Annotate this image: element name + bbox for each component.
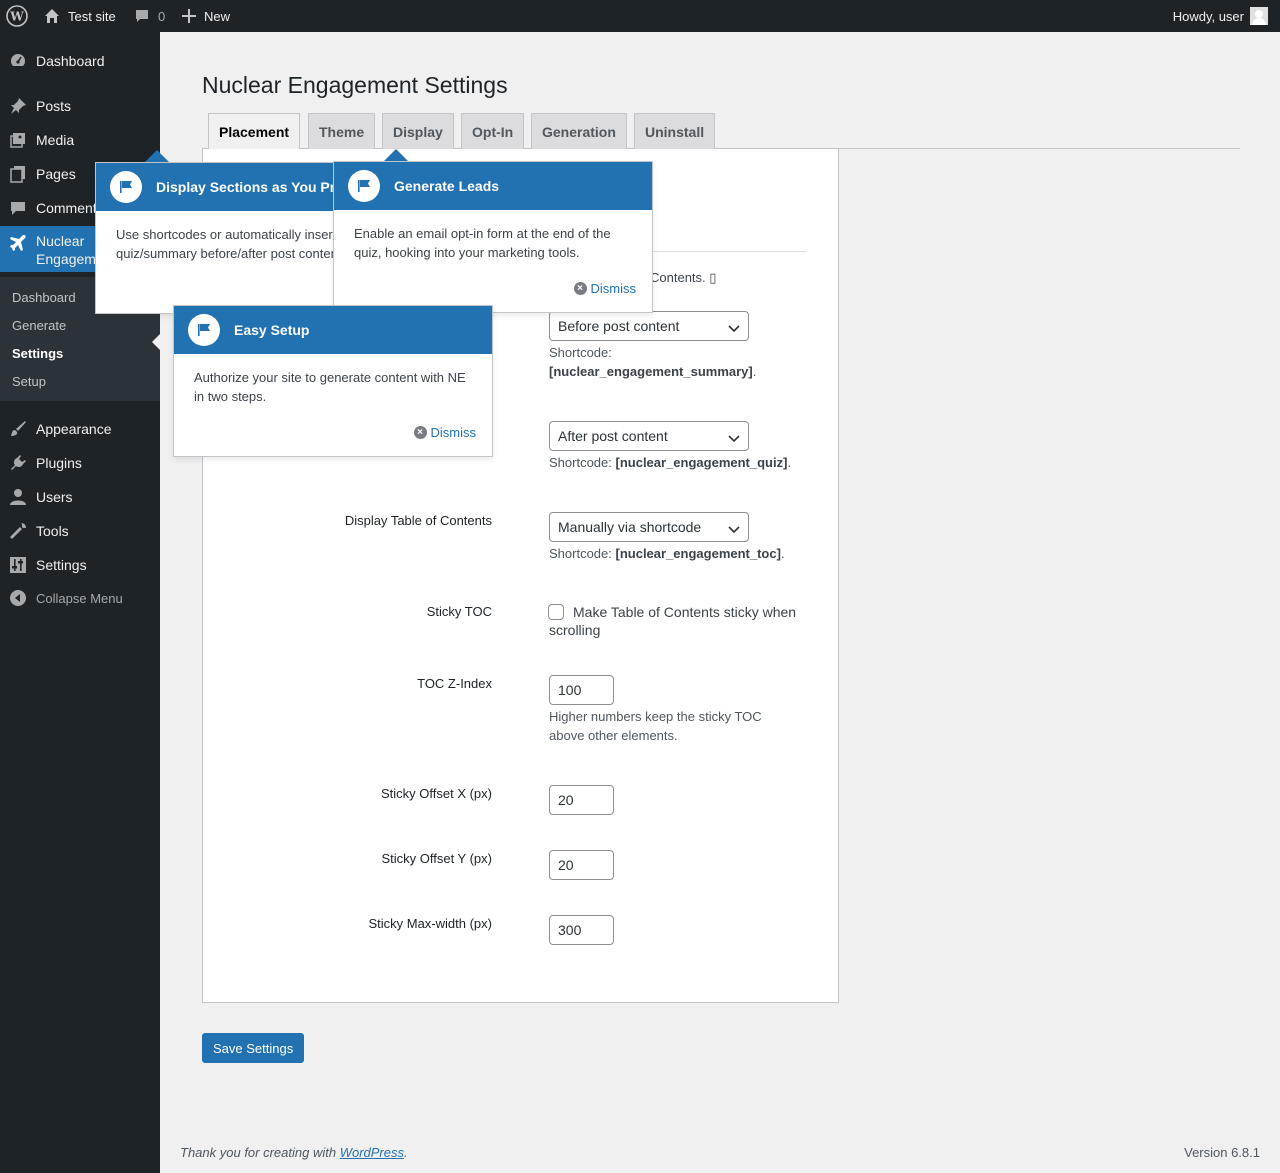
comments-link[interactable]: 0 (134, 0, 165, 32)
pin-icon (0, 97, 36, 115)
tab-theme[interactable]: Theme (308, 113, 376, 149)
sidebar-item-users[interactable]: Users (0, 480, 160, 514)
site-name-link[interactable]: Test site (44, 0, 116, 32)
sidebar-item-appearance[interactable]: Appearance (0, 412, 160, 446)
pointer-title: Easy Setup (234, 322, 310, 338)
svg-text:W: W (9, 10, 24, 24)
sidebar-item-posts[interactable]: Posts (0, 89, 160, 123)
pointer-body: Enable an email opt-in form at the end o… (354, 226, 611, 260)
offset-x-label: Sticky Offset X (px) (380, 786, 492, 801)
brush-icon (0, 420, 36, 438)
submenu-generate[interactable]: Generate (12, 318, 66, 333)
save-settings-button[interactable]: Save Settings (202, 1033, 305, 1063)
site-name: Test site (68, 8, 116, 24)
sidebar-item-dashboard[interactable]: Dashboard (0, 44, 160, 78)
wrench-icon (0, 522, 36, 540)
plug-icon (0, 454, 36, 472)
tab-generation[interactable]: Generation (531, 113, 627, 149)
offset-x-input[interactable]: 20 (549, 785, 614, 815)
tab-opt-in[interactable]: Opt-In (461, 113, 525, 149)
plane-icon (0, 232, 36, 252)
current-page-indicator (152, 334, 160, 350)
account-menu[interactable]: Howdy, user (1173, 0, 1268, 32)
sidebar-item-media[interactable]: Media (0, 123, 160, 157)
media-icon (0, 131, 36, 149)
pointer-generate-leads: Generate Leads Enable an email opt-in fo… (333, 161, 653, 313)
quiz-placement-select[interactable]: After post content (549, 421, 749, 451)
submenu-dashboard[interactable]: Dashboard (12, 290, 76, 305)
wordpress-logo-icon[interactable]: W (6, 0, 28, 32)
pointer-title: Generate Leads (394, 178, 500, 194)
howdy-text: Howdy, user (1172, 8, 1244, 24)
new-label: New (204, 8, 231, 24)
chevron-down-icon (728, 321, 740, 337)
toc-zindex-label: TOC Z-Index (417, 676, 492, 691)
flag-icon (110, 171, 142, 203)
page-title: Nuclear Engagement Settings (202, 72, 508, 98)
home-icon (44, 8, 60, 24)
comment-icon (134, 8, 150, 24)
sidebar-item-plugins[interactable]: Plugins (0, 446, 160, 480)
close-icon: × (413, 426, 427, 439)
pointer-display-sections: Display Sections as You Pr Use shortcode… (95, 162, 355, 314)
pointer-easy-setup: Easy Setup Authorize your site to genera… (173, 305, 493, 457)
submenu-setup[interactable]: Setup (12, 374, 46, 389)
collapse-menu-button[interactable]: Collapse Menu (0, 581, 160, 615)
footer-thanks: Thank you for creating with WordPress. (180, 1145, 408, 1160)
offset-y-label: Sticky Offset Y (px) (381, 851, 492, 866)
tab-display[interactable]: Display (382, 113, 454, 149)
offset-y-input[interactable]: 20 (549, 850, 614, 880)
sticky-toc-label: Sticky TOC (426, 604, 492, 619)
tab-placement[interactable]: Placement (208, 113, 301, 150)
sidebar-item-tools[interactable]: Tools (0, 514, 160, 548)
wordpress-link[interactable]: WordPress (340, 1145, 404, 1160)
comment-icon (0, 199, 36, 217)
tab-uninstall[interactable]: Uninstall (634, 113, 716, 149)
pages-icon (0, 165, 36, 183)
sticky-toc-checkbox-label[interactable]: Make Table of Contents sticky when scrol… (549, 603, 809, 639)
toc-zindex-input[interactable]: 100 (549, 675, 614, 705)
dashboard-icon (0, 52, 36, 70)
quiz-shortcode-desc: Shortcode: [nuclear_engagement_quiz]. (549, 455, 792, 470)
sliders-icon (0, 556, 36, 574)
max-width-label: Sticky Max-width (px) (368, 916, 492, 931)
flag-icon (348, 170, 380, 202)
section-description: Contents. ▯ (650, 270, 717, 285)
submenu-settings[interactable]: Settings (12, 346, 63, 361)
footer-version: Version 6.8.1 (1184, 1145, 1260, 1160)
flag-icon (188, 314, 220, 346)
toc-zindex-desc: Higher numbers keep the sticky TOC above… (549, 709, 762, 743)
admin-bar: W Test site 0 New Howdy, user (0, 0, 1280, 32)
collapse-icon (0, 589, 36, 607)
pointer-title: Display Sections as You Pr (156, 179, 336, 195)
max-width-input[interactable]: 300 (549, 915, 614, 945)
plus-icon (182, 9, 196, 23)
pointer-arrow (384, 149, 408, 161)
settings-tabs: Placement Theme Display Opt-In Generatio… (202, 113, 1240, 150)
summary-placement-select[interactable]: Before post content (549, 311, 749, 341)
comments-count: 0 (158, 8, 166, 24)
dismiss-leads-button[interactable]: × Dismiss (573, 281, 636, 296)
dismiss-setup-button[interactable]: × Dismiss (413, 425, 476, 440)
pointer-body: Use shortcodes or automatically inser qu… (116, 227, 335, 261)
pointer-arrow (145, 150, 169, 162)
user-icon (0, 488, 36, 506)
summary-shortcode-desc: Shortcode: [nuclear_engagement_summary]. (549, 345, 757, 379)
new-content-link[interactable]: New (182, 0, 230, 32)
avatar (1250, 7, 1268, 25)
chevron-down-icon (728, 522, 740, 538)
toc-display-label: Display Table of Contents (344, 513, 492, 528)
pointer-body: Authorize your site to generate content … (194, 370, 466, 404)
close-icon: × (573, 282, 587, 295)
sticky-toc-checkbox[interactable] (548, 604, 564, 620)
sidebar-item-settings[interactable]: Settings (0, 548, 160, 582)
chevron-down-icon (728, 431, 740, 447)
toc-placement-select[interactable]: Manually via shortcode (549, 512, 749, 542)
toc-shortcode-desc: Shortcode: [nuclear_engagement_toc]. (549, 546, 785, 561)
